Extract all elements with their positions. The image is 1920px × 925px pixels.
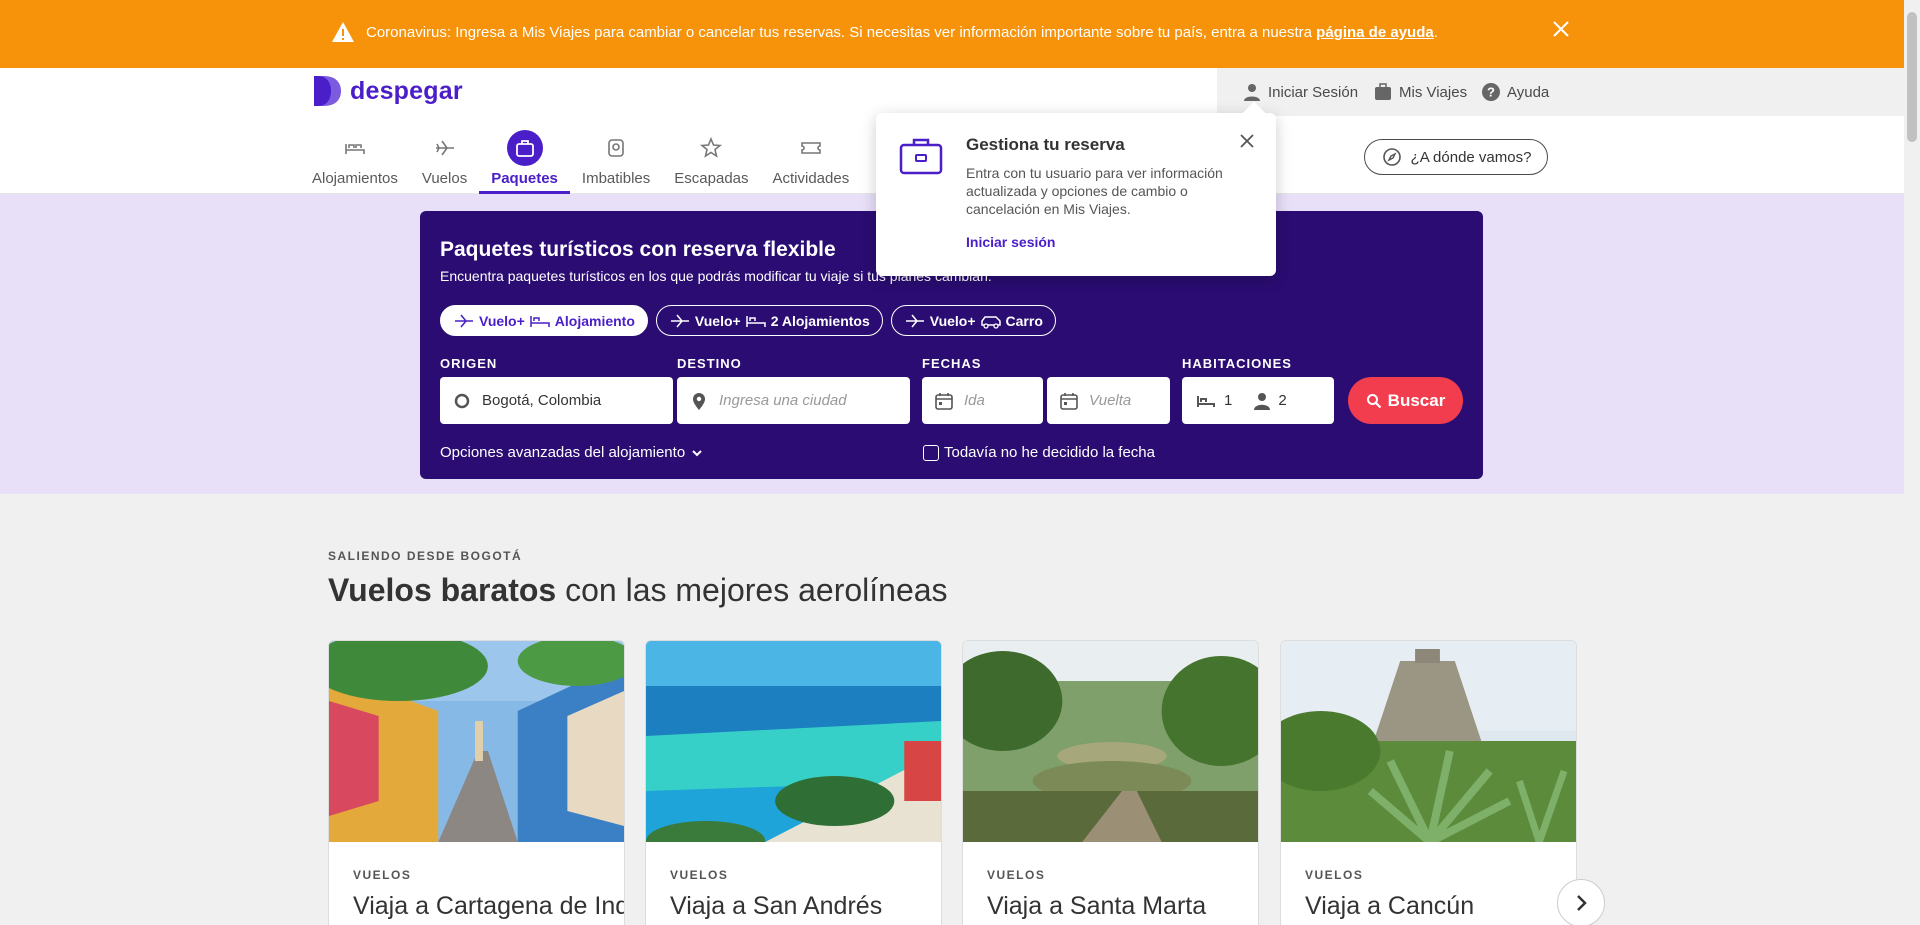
chip-flight-two-hotels[interactable]: Vuelo+ 2 Alojamientos (655, 305, 883, 336)
card-tag: VUELOS (353, 868, 412, 882)
cancun-pyramid-image (1281, 641, 1576, 846)
rooms-people-field[interactable]: 1 2 (1182, 377, 1334, 424)
tab-vuelos[interactable]: Vuelos (410, 128, 479, 194)
rooms-label: HABITACIONES (1182, 356, 1292, 371)
cartagena-street-image (329, 641, 624, 842)
destination-field[interactable]: Ingresa una ciudad (677, 377, 910, 424)
popover-login-link[interactable]: Iniciar sesión (966, 234, 1055, 250)
user-icon (1244, 84, 1260, 101)
chevron-down-icon (692, 449, 702, 456)
advanced-options-toggle[interactable]: Opciones avanzadas del alojamiento (440, 444, 703, 461)
destination-card-san-andres[interactable]: VUELOS Viaja a San Andrés (645, 640, 942, 925)
chevron-right-icon (1577, 895, 1587, 911)
destination-card-cartagena[interactable]: VUELOS Viaja a Cartagena de Indias (328, 640, 625, 925)
close-icon[interactable] (1551, 19, 1571, 39)
search-title: Paquetes turísticos con reserva flexible (440, 238, 836, 261)
help-icon: ? (1482, 83, 1500, 101)
help-link[interactable]: ? Ayuda (1481, 82, 1549, 102)
user-nav: Iniciar Sesión Mis Viajes ? Ayuda (1217, 68, 1904, 116)
star-icon (700, 136, 723, 158)
popover-text: Entra con tu usuario para ver informació… (966, 165, 1223, 217)
card-title: Viaja a San Andrés (670, 892, 883, 920)
suitcase-icon (1375, 83, 1391, 100)
plane-icon (670, 314, 689, 327)
tab-alojamientos[interactable]: Alojamientos (300, 128, 410, 194)
suitcase-icon (515, 140, 534, 157)
compass-icon (1382, 148, 1401, 166)
card-title: Viaja a Santa Marta (987, 892, 1207, 920)
badge-icon (608, 139, 624, 157)
card-tag: VUELOS (670, 868, 729, 882)
logo-mark-icon (314, 76, 341, 106)
tab-actividades[interactable]: Actividades (761, 128, 862, 194)
dates-label: FECHAS (922, 356, 982, 371)
popover-title: Gestiona tu reserva (966, 135, 1125, 154)
ticket-icon (801, 142, 821, 154)
card-tag: VUELOS (987, 868, 1046, 882)
covid-alert-banner: Coronavirus: Ingresa a Mis Viajes para c… (0, 0, 1904, 68)
calendar-icon (935, 392, 953, 410)
destination-card-cancun[interactable]: VUELOS Viaja a Cancún (1280, 640, 1577, 925)
plane-icon (455, 314, 473, 327)
destination-label: DESTINO (677, 356, 742, 371)
section-kicker: SALIENDO DESDE BOGOTÁ (328, 549, 523, 563)
section-heading: Vuelos baratos con las mejores aerolínea… (328, 572, 948, 608)
return-date-field[interactable]: Vuelta (1047, 377, 1170, 424)
tab-imbatibles[interactable]: Imbatibles (570, 128, 662, 194)
despegar-logo[interactable]: despegar (312, 74, 463, 108)
bed-icon (530, 315, 550, 327)
chip-flight-hotel[interactable]: Vuelo+ Alojamiento (440, 305, 648, 336)
chip-flight-car[interactable]: Vuelo+ Carro (890, 305, 1056, 336)
svg-text:?: ? (1487, 85, 1495, 100)
bed-icon (345, 144, 365, 154)
warning-icon (332, 22, 354, 42)
logo-wordmark: despegar (350, 76, 463, 105)
card-title: Viaja a Cancún (1305, 892, 1475, 920)
close-icon[interactable] (1238, 132, 1256, 150)
login-link[interactable]: Iniciar Sesión (1242, 82, 1358, 102)
destination-card-santa-marta[interactable]: VUELOS Viaja a Santa Marta (962, 640, 1259, 925)
calendar-icon (1060, 392, 1078, 410)
undecided-date-checkbox[interactable]: Todavía no he decidido la fecha (923, 444, 1155, 461)
origin-label: ORIGEN (440, 356, 498, 371)
checkbox[interactable] (923, 444, 939, 461)
tab-paquetes[interactable]: Paquetes (479, 128, 570, 194)
manage-booking-popover: Gestiona tu reserva Entra con tu usuario… (876, 113, 1276, 276)
plane-icon (435, 140, 454, 156)
search-button[interactable]: Buscar (1348, 377, 1463, 424)
origin-field[interactable]: Bogotá, Colombia (440, 377, 673, 424)
bed-icon (745, 315, 766, 327)
card-title: Viaja a Cartagena de Indias (353, 892, 624, 920)
depart-date-field[interactable]: Ida (922, 377, 1043, 424)
santa-marta-ruins-image (963, 641, 1258, 842)
san-andres-beach-image (646, 641, 941, 861)
car-icon (980, 315, 1001, 329)
bed-icon (1197, 395, 1215, 407)
alert-message: Coronavirus: Ingresa a Mis Viajes para c… (366, 24, 1438, 41)
scrollbar-thumb[interactable] (1907, 12, 1917, 142)
search-icon (1366, 393, 1381, 408)
card-tag: VUELOS (1305, 868, 1364, 882)
my-trips-link[interactable]: Mis Viajes (1373, 82, 1467, 102)
person-icon (1254, 392, 1271, 410)
package-type-chips: Vuelo+ Alojamiento Vuelo+ 2 Alojamientos… (440, 305, 1056, 336)
where-to-go-button[interactable]: ¿A dónde vamos? (1364, 139, 1548, 175)
product-tabs: Alojamientos Vuelos Paquetes Imbatibles … (300, 128, 921, 194)
plane-icon (905, 314, 924, 327)
page-scrollbar[interactable] (1904, 0, 1920, 925)
tab-escapadas[interactable]: Escapadas (662, 128, 760, 194)
briefcase-icon (899, 138, 943, 175)
carousel-next-button[interactable] (1557, 879, 1605, 925)
origin-circle-icon (454, 393, 470, 408)
help-page-link[interactable]: página de ayuda (1316, 24, 1434, 41)
location-pin-icon (693, 392, 705, 410)
